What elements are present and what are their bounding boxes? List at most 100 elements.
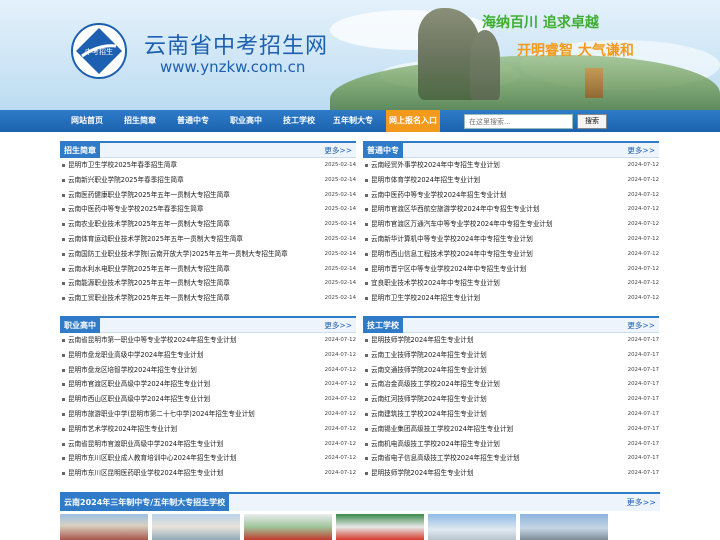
article-title[interactable]: 云南体育运动职业技术学院2025年五年一贯制大专招生简章 bbox=[68, 235, 243, 243]
list-item[interactable]: 昆明市晋宁区中等专业学校2024年中专招生专业计划 2024-07-12 bbox=[363, 262, 659, 277]
list-item[interactable]: 昆明市东川区昆明医药职业学校2024年招生专业计划 2024-07-12 bbox=[60, 466, 356, 481]
article-title[interactable]: 昆明市盘龙区培智学校2024年招生专业计划 bbox=[68, 366, 197, 374]
list-item[interactable]: 云南工业技师学院2024年招生专业计划 2024-07-17 bbox=[363, 348, 659, 363]
article-title[interactable]: 云南中医药中等专业学校2025年春季招生简章 bbox=[68, 205, 203, 213]
search-button[interactable]: 搜索 bbox=[577, 114, 607, 129]
list-item[interactable]: 云南交通技师学院2024年招生专业计划 2024-07-17 bbox=[363, 363, 659, 378]
site-logo[interactable]: 中考招生 bbox=[70, 22, 128, 80]
school-photo[interactable] bbox=[336, 514, 424, 540]
list-item[interactable]: 宜良职业技术学校2024年中专招生专业计划 2024-07-12 bbox=[363, 276, 659, 291]
article-title[interactable]: 昆明市官渡区职业高级中学2024年招生专业计划 bbox=[68, 380, 210, 388]
list-item[interactable]: 云南医药健康职业学院2025年五年一贯制大专招生简章 2025-02-14 bbox=[60, 188, 356, 203]
article-title[interactable]: 云南交通技师学院2024年招生专业计划 bbox=[371, 366, 487, 374]
article-title[interactable]: 宜良职业技术学校2024年中专招生专业计划 bbox=[371, 279, 500, 287]
list-item[interactable]: 昆明市官渡区万通汽车中等专业学校2024年中专招生专业计划 2024-07-12 bbox=[363, 217, 659, 232]
article-title[interactable]: 昆明市晋宁区中等专业学校2024年中专招生专业计划 bbox=[371, 265, 526, 273]
article-title[interactable]: 云南省电子信息高级技工学校2024年招生专业计划 bbox=[371, 454, 520, 462]
more-link[interactable]: 更多>> bbox=[627, 318, 655, 333]
article-title[interactable]: 云南医药健康职业学院2025年五年一贯制大专招生简章 bbox=[68, 191, 230, 199]
article-title[interactable]: 昆明市体育学校2024年招生专业计划 bbox=[371, 176, 480, 184]
list-item[interactable]: 云南经贸外事学校2024年中专招生专业计划 2024-07-12 bbox=[363, 158, 659, 173]
nav-item-vocational-high[interactable]: 职业高中 bbox=[221, 110, 271, 132]
list-item[interactable]: 云南省昆明市官渡职业高级中学2024年招生专业计划 2024-07-12 bbox=[60, 437, 356, 452]
article-title[interactable]: 云南锡业集团高级技工学校2024年招生专业计划 bbox=[371, 425, 513, 433]
article-title[interactable]: 昆明市卫生学校2025年春季招生简章 bbox=[68, 161, 177, 169]
school-photo[interactable] bbox=[152, 514, 240, 540]
nav-item-five-year-college[interactable]: 五年制大专 bbox=[327, 110, 379, 132]
list-item[interactable]: 云南机电高级技工学校2024年招生专业计划 2024-07-17 bbox=[363, 437, 659, 452]
article-title[interactable]: 昆明技师学院2024年招生专业计划 bbox=[371, 336, 474, 344]
list-item[interactable]: 云南体育运动职业技术学院2025年五年一贯制大专招生简章 2025-02-14 bbox=[60, 232, 356, 247]
list-item[interactable]: 云南建筑技工学校2024年招生专业计划 2024-07-17 bbox=[363, 407, 659, 422]
list-item[interactable]: 昆明市盘龙区培智学校2024年招生专业计划 2024-07-12 bbox=[60, 363, 356, 378]
article-title[interactable]: 云南中医药中等专业学校2024年招生专业计划 bbox=[371, 191, 506, 199]
article-title[interactable]: 云南红河技师学院2024年招生专业计划 bbox=[371, 395, 487, 403]
article-title[interactable]: 云南建筑技工学校2024年招生专业计划 bbox=[371, 410, 487, 418]
article-title[interactable]: 云南经贸外事学校2024年中专招生专业计划 bbox=[371, 161, 500, 169]
list-item[interactable]: 云南红河技师学院2024年招生专业计划 2024-07-17 bbox=[363, 392, 659, 407]
nav-item-admissions[interactable]: 招生简章 bbox=[115, 110, 165, 132]
list-item[interactable]: 云南新华计算机中等专业学校2024年中专招生专业计划 2024-07-12 bbox=[363, 232, 659, 247]
article-title[interactable]: 昆明市西山区职业高级中学2024年招生专业计划 bbox=[68, 395, 210, 403]
list-item[interactable]: 昆明市体育学校2024年招生专业计划 2024-07-12 bbox=[363, 173, 659, 188]
list-item[interactable]: 云南中医药中等专业学校2025年春季招生简章 2025-02-14 bbox=[60, 202, 356, 217]
list-item[interactable]: 昆明市卫生学校2024年招生专业计划 2024-07-12 bbox=[363, 291, 659, 306]
list-item[interactable]: 云南省昆明市第一职业中等专业学校2024年招生专业计划 2024-07-12 bbox=[60, 333, 356, 348]
list-item[interactable]: 云南工贸职业技术学院2025年五年一贯制大专招生简章 2025-02-14 bbox=[60, 291, 356, 306]
article-title[interactable]: 云南工业技师学院2024年招生专业计划 bbox=[371, 351, 487, 359]
article-title[interactable]: 云南能源职业技术学院2025年五年一贯制大专招生简章 bbox=[68, 279, 230, 287]
list-item[interactable]: 昆明市东川区职业成人教育培训中心2024年招生专业计划 2024-07-12 bbox=[60, 451, 356, 466]
article-title[interactable]: 昆明市西山信息工程技术学校2024年中专招生专业计划 bbox=[371, 250, 533, 258]
article-title[interactable]: 昆明市旅游职业中学(昆明市第二十七中学)2024年招生专业计划 bbox=[68, 410, 255, 418]
article-title[interactable]: 云南水利水电职业学院2025年五年一贯制大专招生简章 bbox=[68, 265, 230, 273]
school-photo[interactable] bbox=[428, 514, 516, 540]
list-item[interactable]: 云南省电子信息高级技工学校2024年招生专业计划 2024-07-17 bbox=[363, 451, 659, 466]
list-item[interactable]: 云南国防工业职业技术学院(云南开放大学)2025年五年一贯制大专招生简章 2025… bbox=[60, 247, 356, 262]
article-title[interactable]: 昆明市艺术学校2024年招生专业计划 bbox=[68, 425, 177, 433]
list-item[interactable]: 云南农业职业技术学院2025年五年一贯制大专招生简章 2025-02-14 bbox=[60, 217, 356, 232]
list-item[interactable]: 昆明市西山信息工程技术学校2024年中专招生专业计划 2024-07-12 bbox=[363, 247, 659, 262]
list-item[interactable]: 昆明市艺术学校2024年招生专业计划 2024-07-12 bbox=[60, 422, 356, 437]
school-photo[interactable] bbox=[520, 514, 608, 540]
school-gallery-more-link[interactable]: 更多>> bbox=[627, 494, 656, 511]
article-title[interactable]: 云南省昆明市官渡职业高级中学2024年招生专业计划 bbox=[68, 440, 223, 448]
article-title[interactable]: 昆明市官渡区华西航空旅游学校2024年中专招生专业计划 bbox=[371, 205, 539, 213]
list-item[interactable]: 云南中医药中等专业学校2024年招生专业计划 2024-07-12 bbox=[363, 188, 659, 203]
list-item[interactable]: 昆明市盘龙职业高级中学2024年招生专业计划 2024-07-12 bbox=[60, 348, 356, 363]
article-title[interactable]: 昆明市卫生学校2024年招生专业计划 bbox=[371, 294, 480, 302]
list-item[interactable]: 昆明市官渡区华西航空旅游学校2024年中专招生专业计划 2024-07-12 bbox=[363, 202, 659, 217]
more-link[interactable]: 更多>> bbox=[324, 143, 352, 158]
article-title[interactable]: 云南机电高级技工学校2024年招生专业计划 bbox=[371, 440, 500, 448]
list-item[interactable]: 昆明技师学院2024年招生专业计划 2024-07-17 bbox=[363, 333, 659, 348]
article-title[interactable]: 昆明市东川区职业成人教育培训中心2024年招生专业计划 bbox=[68, 454, 236, 462]
list-item[interactable]: 昆明市官渡区职业高级中学2024年招生专业计划 2024-07-12 bbox=[60, 377, 356, 392]
article-title[interactable]: 昆明市盘龙职业高级中学2024年招生专业计划 bbox=[68, 351, 203, 359]
school-photo[interactable] bbox=[244, 514, 332, 540]
article-title[interactable]: 云南新华计算机中等专业学校2024年中专招生专业计划 bbox=[371, 235, 533, 243]
article-title[interactable]: 昆明技师学院2024年招生专业计划 bbox=[371, 469, 474, 477]
more-link[interactable]: 更多>> bbox=[627, 143, 655, 158]
article-title[interactable]: 昆明市官渡区万通汽车中等专业学校2024年中专招生专业计划 bbox=[371, 220, 553, 228]
more-link[interactable]: 更多>> bbox=[324, 318, 352, 333]
article-title[interactable]: 云南冶金高级技工学校2024年招生专业计划 bbox=[371, 380, 500, 388]
list-item[interactable]: 昆明市旅游职业中学(昆明市第二十七中学)2024年招生专业计划 2024-07-1… bbox=[60, 407, 356, 422]
article-title[interactable]: 云南省昆明市第一职业中等专业学校2024年招生专业计划 bbox=[68, 336, 236, 344]
list-item[interactable]: 昆明市卫生学校2025年春季招生简章 2025-02-14 bbox=[60, 158, 356, 173]
search-input[interactable] bbox=[464, 114, 573, 129]
school-photo[interactable] bbox=[60, 514, 148, 540]
nav-item-secondary-school[interactable]: 普通中专 bbox=[168, 110, 218, 132]
article-title[interactable]: 昆明市东川区昆明医药职业学校2024年招生专业计划 bbox=[68, 469, 223, 477]
article-title[interactable]: 云南农业职业技术学院2025年五年一贯制大专招生简章 bbox=[68, 220, 230, 228]
list-item[interactable]: 云南能源职业技术学院2025年五年一贯制大专招生简章 2025-02-14 bbox=[60, 276, 356, 291]
nav-item-technical-school[interactable]: 技工学校 bbox=[274, 110, 324, 132]
list-item[interactable]: 云南新兴职业学院2025年春季招生简章 2025-02-14 bbox=[60, 173, 356, 188]
nav-item-home[interactable]: 网站首页 bbox=[62, 110, 112, 132]
list-item[interactable]: 云南锡业集团高级技工学校2024年招生专业计划 2024-07-17 bbox=[363, 422, 659, 437]
list-item[interactable]: 昆明市西山区职业高级中学2024年招生专业计划 2024-07-12 bbox=[60, 392, 356, 407]
list-item[interactable]: 云南冶金高级技工学校2024年招生专业计划 2024-07-17 bbox=[363, 377, 659, 392]
article-title[interactable]: 云南国防工业职业技术学院(云南开放大学)2025年五年一贯制大专招生简章 bbox=[68, 250, 288, 258]
nav-item-online-registration[interactable]: 网上报名入口 bbox=[386, 110, 440, 132]
list-item[interactable]: 云南水利水电职业学院2025年五年一贯制大专招生简章 2025-02-14 bbox=[60, 262, 356, 277]
article-title[interactable]: 云南工贸职业技术学院2025年五年一贯制大专招生简章 bbox=[68, 294, 230, 302]
article-title[interactable]: 云南新兴职业学院2025年春季招生简章 bbox=[68, 176, 184, 184]
